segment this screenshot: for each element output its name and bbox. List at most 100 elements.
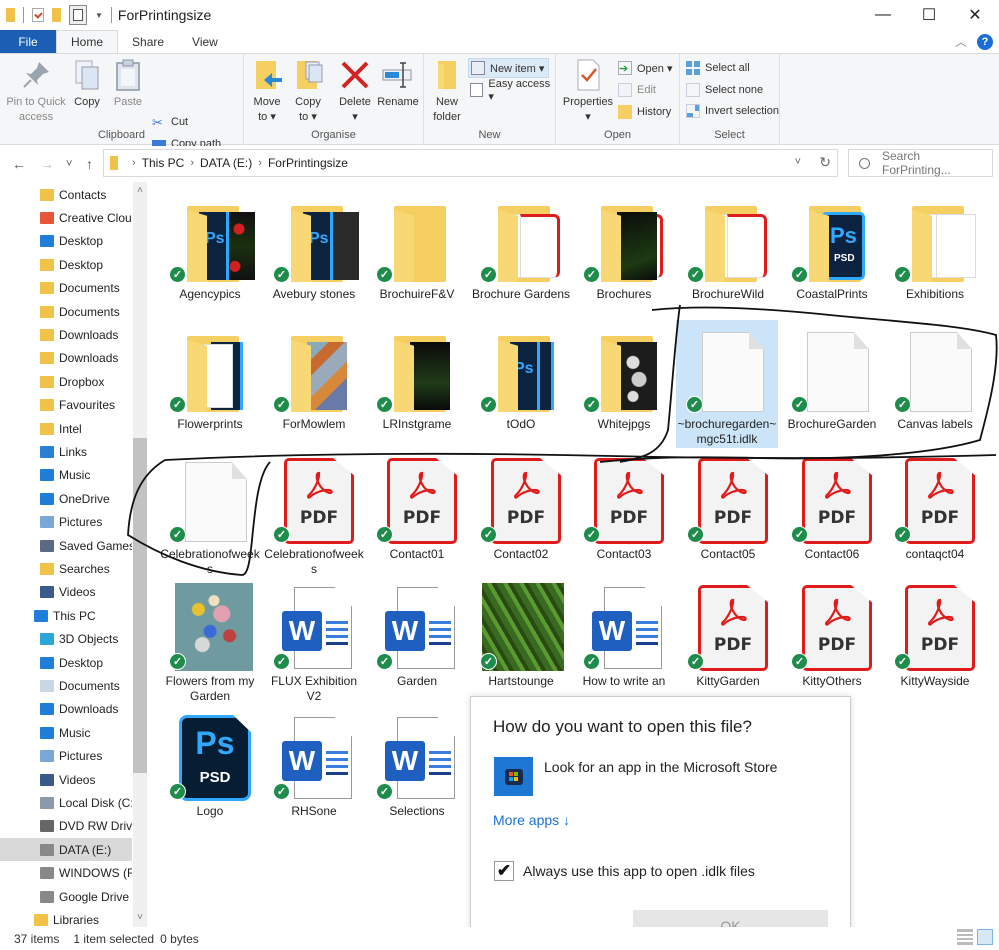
sidebar-item[interactable]: Desktop	[0, 253, 132, 276]
refresh-button[interactable]: ↻	[819, 154, 831, 171]
close-button[interactable]: ✕	[952, 0, 998, 30]
sidebar-item[interactable]: Contacts	[0, 183, 132, 206]
sidebar-item[interactable]: Desktop	[0, 230, 132, 253]
easy-access-button[interactable]: Easy access ▾	[470, 78, 555, 103]
breadcrumb-forprintingsize[interactable]: ForPrintingsize	[268, 156, 348, 170]
file-item[interactable]: ✓ BrochureWild	[680, 196, 776, 302]
chevron-right-icon[interactable]: ›	[190, 157, 194, 169]
properties-button[interactable]: Properties ▾	[562, 58, 614, 125]
scroll-down-arrow[interactable]: ˅	[133, 912, 147, 923]
file-item[interactable]: Ps PSD ✓ CoastalPrints	[784, 196, 880, 302]
file-item[interactable]: PDF ✓ KittyOthers	[784, 583, 880, 689]
sidebar-item[interactable]: Downloads	[0, 347, 132, 370]
sidebar-item[interactable]: Pictures	[0, 745, 132, 768]
sidebar-item[interactable]: Creative Cloud Files	[0, 206, 132, 229]
file-item[interactable]: W ✓ Garden	[369, 583, 465, 689]
edit-button[interactable]: Edit	[618, 80, 656, 100]
delete-button[interactable]: Delete ▾	[336, 58, 374, 125]
sidebar-item[interactable]: Libraries	[0, 908, 132, 927]
breadcrumb-data-e[interactable]: DATA (E:)	[200, 156, 252, 170]
sidebar-item[interactable]: Favourites	[0, 394, 132, 417]
help-icon[interactable]: ?	[977, 33, 993, 50]
sidebar-item[interactable]: Downloads	[0, 698, 132, 721]
file-item[interactable]: Ps ✓ Avebury stones	[266, 196, 362, 302]
tab-view[interactable]: View	[178, 30, 232, 53]
sidebar-item[interactable]: Links	[0, 440, 132, 463]
sidebar-item[interactable]: WINDOWS (F:)	[0, 862, 132, 885]
sidebar-item[interactable]: Intel	[0, 417, 132, 440]
file-item[interactable]: ✓ LRInstgrame	[369, 326, 465, 432]
file-item[interactable]: ✓ Flowers from my Garden	[162, 583, 258, 704]
recent-locations-button[interactable]: ˅	[66, 158, 72, 170]
file-item[interactable]: ✓ BrochureGarden	[784, 326, 880, 432]
file-item[interactable]: PDF ✓ contaqct04	[887, 456, 983, 562]
pin-to-quick-access-button[interactable]: Pin to Quick access	[6, 58, 66, 125]
sidebar-item[interactable]: DVD RW Drive	[0, 815, 132, 838]
sidebar-item[interactable]: DATA (E:)	[0, 838, 132, 862]
microsoft-store-icon[interactable]	[494, 757, 533, 796]
file-item[interactable]: PDF ✓ KittyWayside	[887, 583, 983, 689]
sidebar-item[interactable]: This PC	[0, 604, 132, 627]
file-item[interactable]: W ✓ How to write an	[576, 583, 672, 689]
back-button[interactable]: ←	[12, 156, 26, 172]
breadcrumb-this-pc[interactable]: This PC	[142, 156, 185, 170]
always-use-checkbox[interactable]: ✔	[494, 861, 514, 881]
sidebar-item[interactable]: Searches	[0, 557, 132, 580]
tab-file[interactable]: File	[0, 30, 56, 53]
file-item[interactable]: Ps ✓ Agencypics	[162, 196, 258, 302]
sidebar-item[interactable]: Downloads	[0, 323, 132, 346]
sidebar-item[interactable]: Music	[0, 464, 132, 487]
minimize-ribbon-icon[interactable]: ︿	[955, 33, 967, 50]
file-item[interactable]: PDF ✓ Contact06	[784, 456, 880, 562]
file-item[interactable]: PDF ✓ Contact01	[369, 456, 465, 562]
sidebar-item[interactable]: Documents	[0, 277, 132, 300]
file-item[interactable]: ✓ ~brochuregarden~mgc51t.idlk	[676, 320, 778, 448]
select-none-button[interactable]: Select none	[686, 80, 763, 100]
sidebar-item[interactable]: Saved Games	[0, 534, 132, 557]
file-item[interactable]: Ps ✓ tOdO	[473, 326, 569, 432]
sidebar-item[interactable]: Documents	[0, 674, 132, 697]
minimize-button[interactable]: —	[860, 0, 906, 30]
move-to-button[interactable]: Move to ▾	[248, 58, 286, 125]
open-button[interactable]: ➔ Open ▾	[618, 58, 673, 78]
sidebar-item[interactable]: Music	[0, 721, 132, 744]
forward-button[interactable]: →	[40, 156, 54, 172]
tab-share[interactable]: Share	[118, 30, 178, 53]
copy-button[interactable]: Copy	[70, 58, 104, 110]
file-item[interactable]: Ps PSD ✓ Logo	[162, 713, 258, 819]
always-use-label[interactable]: Always use this app to open .idlk files	[523, 863, 755, 879]
file-item[interactable]: W ✓ RHSone	[266, 713, 362, 819]
file-item[interactable]: PDF ✓ KittyGarden	[680, 583, 776, 689]
properties-dropdown[interactable]: ▾	[585, 110, 591, 125]
navigation-pane-scrollbar-thumb[interactable]	[133, 438, 147, 773]
invert-selection-button[interactable]: Invert selection	[686, 101, 779, 121]
file-item[interactable]: ✓ Canvas labels	[887, 326, 983, 432]
up-button[interactable]: ↑	[86, 156, 93, 172]
details-view-button[interactable]	[957, 929, 973, 945]
rename-button[interactable]: Rename	[376, 58, 420, 110]
chevron-right-icon[interactable]: ›	[258, 157, 262, 169]
properties-quick-icon[interactable]	[32, 8, 44, 22]
maximize-button[interactable]: ☐	[906, 0, 952, 30]
new-folder-button[interactable]: New folder	[430, 58, 464, 125]
store-option[interactable]: Look for an app in the Microsoft Store	[544, 759, 777, 775]
sidebar-item[interactable]: Local Disk (C:)	[0, 791, 132, 814]
sidebar-item[interactable]: Desktop	[0, 651, 132, 674]
file-item[interactable]: ✓ Whitejpgs	[576, 326, 672, 432]
sidebar-item[interactable]: Google Drive (	[0, 885, 132, 908]
file-item[interactable]: ✓ Flowerprints	[162, 326, 258, 432]
copy-to-button[interactable]: Copy to ▾	[289, 58, 327, 125]
file-item[interactable]: PDF ✓ Contact02	[473, 456, 569, 562]
file-item[interactable]: ✓ Brochures	[576, 196, 672, 302]
sidebar-item[interactable]: 3D Objects	[0, 628, 132, 651]
tab-home[interactable]: Home	[56, 30, 119, 53]
file-item[interactable]: ✓ ForMowlem	[266, 326, 362, 432]
sidebar-item[interactable]: Videos	[0, 768, 132, 791]
clipboard-quick-icon[interactable]	[69, 5, 87, 25]
file-item[interactable]: PDF ✓ Celebrationofweeks	[264, 456, 364, 577]
file-item[interactable]: ✓ Exhibitions	[887, 196, 983, 302]
sidebar-item[interactable]: Pictures	[0, 511, 132, 534]
address-bar[interactable]: › This PC › DATA (E:) › ForPrintingsize …	[103, 149, 838, 177]
file-item[interactable]: ✓ Brochure Gardens	[472, 196, 570, 302]
large-icons-view-button[interactable]	[977, 929, 993, 945]
